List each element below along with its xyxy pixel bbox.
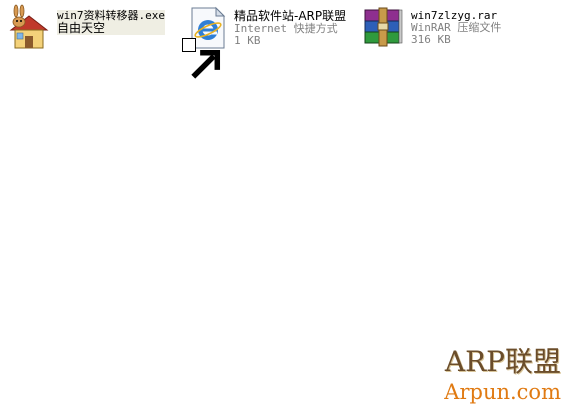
file-item-shortcut[interactable]: 精品软件站-ARP联盟 Internet 快捷方式 1 KB: [182, 4, 346, 79]
shortcut-arrow-icon: [182, 38, 221, 79]
file-item-exe[interactable]: win7资料转移器.exe 自由天空: [5, 4, 165, 56]
file-label: win7zlzyg.rar WinRAR 压缩文件 316 KB: [411, 4, 501, 46]
file-label: win7资料转移器.exe 自由天空: [57, 4, 165, 35]
file-size: 1 KB: [234, 34, 261, 47]
winrar-archive-icon[interactable]: [359, 4, 407, 52]
file-item-rar[interactable]: win7zlzyg.rar WinRAR 压缩文件 316 KB: [359, 4, 501, 56]
watermark-url: Arpun.com: [444, 380, 561, 404]
watermark-title: ARP联盟: [444, 345, 561, 378]
file-description: 自由天空: [57, 22, 165, 35]
watermark: ARP联盟 Arpun.com: [444, 345, 561, 405]
internet-explorer-shortcut-icon[interactable]: [182, 4, 230, 79]
rabbit-house-icon[interactable]: [5, 4, 53, 52]
file-label: 精品软件站-ARP联盟 Internet 快捷方式 1 KB: [234, 4, 346, 47]
file-size: 316 KB: [411, 33, 451, 46]
